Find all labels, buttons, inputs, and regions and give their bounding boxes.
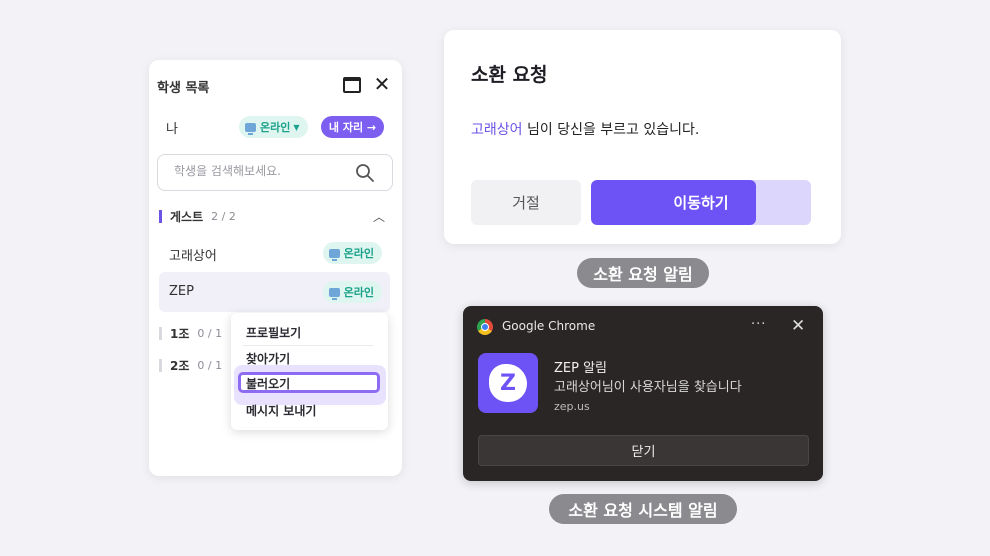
notification-body: 고래상어님이 사용자님을 찾습니다	[554, 380, 742, 395]
panel-title: 학생 목록	[157, 81, 210, 96]
student-name: ZEP	[169, 284, 194, 299]
student-name: 고래상어	[169, 249, 217, 264]
dialog-message: 고래상어 님이 당신을 부르고 있습니다.	[471, 119, 699, 139]
group-guest[interactable]: 게스트 2 / 2	[159, 208, 236, 225]
search-input[interactable]	[174, 164, 344, 178]
close-icon[interactable]: ✕	[791, 316, 805, 336]
system-notification: Google Chrome ··· ✕ Z ZEP 알림 고래상어님이 사용자님…	[463, 306, 823, 481]
monitor-icon	[328, 248, 340, 261]
me-label: 나	[166, 122, 178, 137]
menu-item-profile[interactable]: 프로필보기	[246, 324, 301, 341]
student-row[interactable]: ZEP 온라인	[159, 272, 390, 312]
group-marker	[159, 327, 162, 340]
group-count: 0 / 1	[197, 359, 223, 372]
monitor-icon	[328, 287, 340, 300]
summon-caption: 소환 요청 알림	[577, 258, 709, 288]
group-name: 1조	[170, 327, 190, 341]
menu-item-visit[interactable]: 찾아가기	[246, 350, 290, 367]
status-label: 온라인	[343, 286, 374, 299]
group-name: 게스트	[170, 210, 204, 224]
group-name: 2조	[170, 359, 190, 373]
decline-button[interactable]: 거절	[471, 180, 581, 225]
context-menu: 프로필보기 찾아가기 불러오기 메시지 보내기	[231, 313, 388, 430]
status-badge: 온라인	[322, 281, 382, 303]
chevron-up-icon[interactable]: ︿	[373, 208, 385, 225]
requester-name: 고래상어	[471, 122, 523, 138]
group-2[interactable]: 2조 0 / 1	[159, 357, 222, 374]
status-badge: 온라인	[322, 242, 382, 264]
menu-item-summon[interactable]: 불러오기	[246, 375, 290, 392]
move-button[interactable]: 이동하기	[591, 180, 811, 225]
close-icon[interactable]: ✕	[373, 74, 391, 94]
monitor-icon	[245, 122, 256, 135]
status-label: 온라인	[343, 247, 374, 260]
search-icon[interactable]	[355, 163, 375, 183]
menu-divider	[243, 345, 373, 346]
caret-down-icon: ▼	[293, 122, 300, 132]
my-status-label: 온라인	[260, 121, 291, 134]
move-button-label: 이동하기	[673, 194, 729, 212]
search-box[interactable]	[157, 154, 393, 191]
menu-item-message[interactable]: 메시지 보내기	[246, 402, 316, 419]
chrome-icon	[477, 319, 493, 335]
notification-app-name: Google Chrome	[502, 319, 596, 333]
system-caption: 소환 요청 시스템 알림	[549, 494, 737, 524]
group-count: 0 / 1	[197, 327, 223, 340]
more-icon[interactable]: ···	[751, 317, 766, 332]
summon-dialog: 소환 요청 고래상어 님이 당신을 부르고 있습니다. 거절 이동하기	[444, 30, 841, 244]
message-text: 님이 당신을 부르고 있습니다.	[522, 122, 700, 138]
dismiss-button[interactable]: 닫기	[478, 435, 809, 466]
my-status-dropdown[interactable]: 온라인 ▼	[239, 116, 308, 138]
student-row[interactable]: 고래상어 온라인	[159, 233, 390, 273]
notification-site: zep.us	[554, 400, 590, 413]
group-1[interactable]: 1조 0 / 1	[159, 325, 222, 342]
zep-logo-icon: Z	[478, 353, 538, 413]
group-marker	[159, 210, 162, 223]
dialog-title: 소환 요청	[471, 64, 548, 86]
group-marker	[159, 359, 162, 372]
group-count: 2 / 2	[211, 210, 236, 223]
my-seat-button[interactable]: 내 자리 →	[321, 116, 384, 138]
notification-title: ZEP 알림	[554, 361, 608, 376]
window-icon[interactable]	[343, 77, 361, 93]
